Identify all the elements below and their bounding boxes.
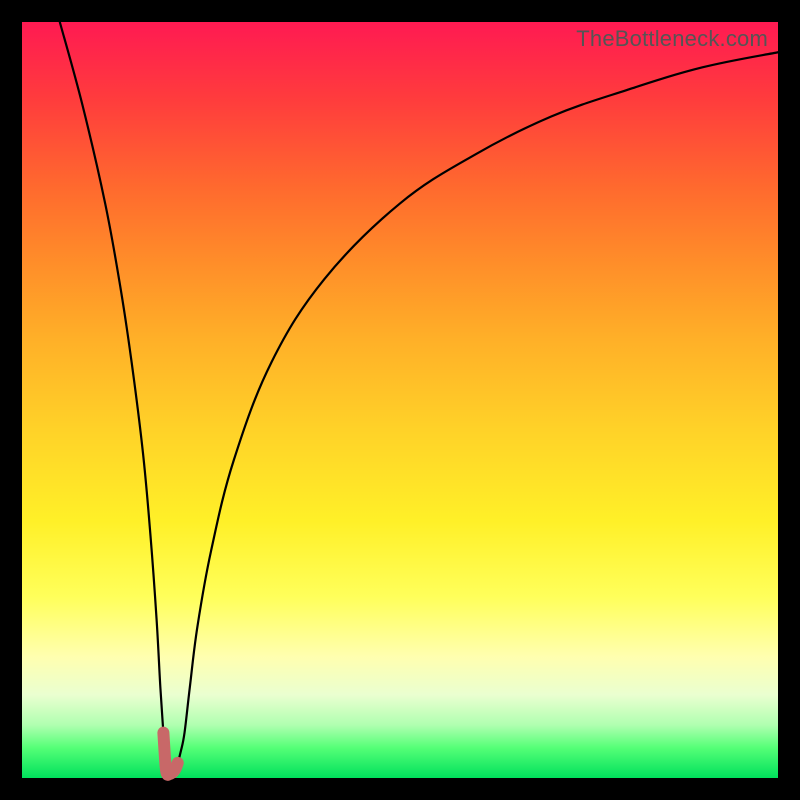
bottleneck-curve-svg [22, 22, 778, 778]
plot-area: TheBottleneck.com [22, 22, 778, 778]
bottleneck-curve [60, 22, 778, 775]
curve-minimum-highlight [163, 733, 177, 775]
chart-frame: TheBottleneck.com [0, 0, 800, 800]
